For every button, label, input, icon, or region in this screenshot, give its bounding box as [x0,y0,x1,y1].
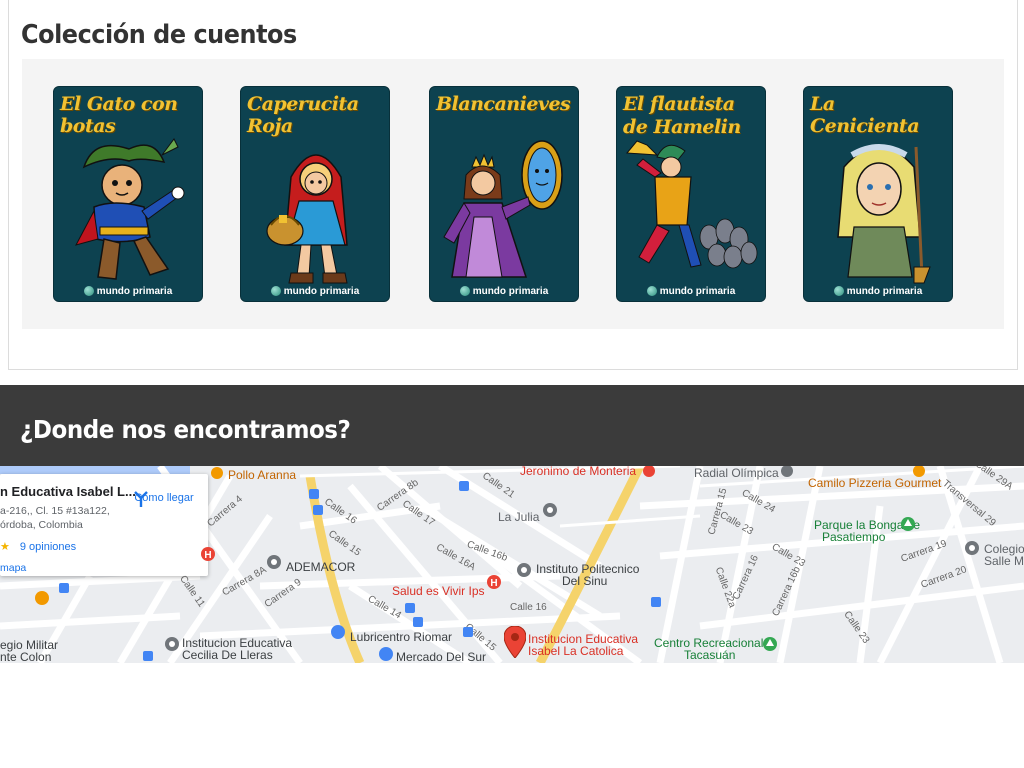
place-label[interactable]: Radial Olímpica [694,466,779,480]
rating-stars-icon: ★ [0,541,10,553]
embedded-map[interactable]: n Educativa Isabel L... a-216,, Cl. 15 #… [0,466,1024,663]
place-label[interactable]: Camilo Pizzeria Gourmet [808,476,941,490]
place-label[interactable]: Pollo Aranna [228,468,296,482]
svg-text:H: H [490,578,497,589]
place-label[interactable]: Del Sinu [562,574,607,588]
park-pin-icon[interactable] [762,636,778,654]
place-address: a-216,, Cl. 15 #13a122, órdoba, Colombia [0,504,120,532]
cinderella-illustration [837,144,931,284]
school-pin-icon[interactable] [964,540,980,558]
place-pin-icon[interactable] [642,466,656,478]
svg-text:H: H [204,550,211,561]
school-pin-icon[interactable] [516,562,532,580]
location-title: ¿Donde nos encontramos? [20,415,351,444]
place-label[interactable]: Tacasuán [684,648,735,662]
directions-icon [134,491,148,507]
location-header: ¿Donde nos encontramos? [0,385,1024,466]
bus-stop-icon[interactable] [458,480,470,492]
address-line: a-216,, Cl. 15 #13a122, [0,505,110,517]
page-footer-space [0,663,1024,768]
place-label[interactable]: Salle M [984,554,1024,568]
story-card-caperucita-roja[interactable]: Caperucita Roja mundo primaria [240,86,390,302]
snow-white-queen-mirror-illustration [443,140,563,278]
brand-logo-icon [833,286,844,296]
restaurant-pin-icon[interactable] [34,590,50,608]
story-card-la-cenicienta[interactable]: La Cenicienta mundo primaria [803,86,953,302]
bus-stop-icon[interactable] [142,650,154,662]
place-label[interactable]: Pasatiempo [822,530,885,544]
park-pin-icon[interactable] [900,516,916,534]
place-label[interactable]: Lubricentro Riomar [350,630,452,644]
view-larger-map-link[interactable]: mapa [0,562,26,574]
place-label[interactable]: Jeronimo de Monteria [520,466,636,478]
shopping-cart-icon[interactable] [378,646,394,662]
brand-label: mundo primaria [617,286,765,297]
brand-label: mundo primaria [804,286,952,297]
brand-logo-icon [270,286,281,296]
place-rating: ★ 9 opiniones [0,540,76,553]
story-card-flautista-de-hamelin[interactable]: El flautista de Hamelin mundo primaria [616,86,766,302]
little-red-riding-hood-illustration [266,154,348,284]
place-info-card: n Educativa Isabel L... a-216,, Cl. 15 #… [0,474,208,576]
directions-button[interactable]: Cómo llegar [132,490,196,507]
story-card-blancanieves[interactable]: Blancanieves mundo primaria [429,86,579,302]
bus-stop-icon[interactable] [58,582,70,594]
bus-stop-icon[interactable] [308,488,320,500]
bus-stop-icon[interactable] [650,596,662,608]
bus-stop-icon[interactable] [412,616,424,628]
address-line: órdoba, Colombia [0,519,83,531]
brand-logo-icon [646,286,657,296]
school-pin-icon[interactable] [164,636,180,654]
bus-stop-icon[interactable] [404,602,416,614]
place-pin-icon[interactable] [266,554,282,572]
stories-gallery: El Gato con botas mundo primaria Caperuc… [22,59,1004,329]
place-pin-icon[interactable] [780,466,794,478]
brand-label: mundo primaria [54,286,202,297]
place-label[interactable]: Mercado Del Sur [396,650,486,663]
brand-logo-icon [83,286,94,296]
section-title: Colección de cuentos [21,20,297,50]
street-label: Calle 16 [510,602,547,613]
story-title: Blancanieves [436,93,571,115]
place-name[interactable]: n Educativa Isabel L... [0,484,136,499]
brand-label: mundo primaria [430,286,578,297]
location-pin-icon[interactable] [504,626,526,658]
restaurant-pin-icon[interactable] [210,466,224,480]
puss-in-boots-illustration [75,138,185,280]
bus-stop-icon[interactable] [462,626,474,638]
brand-logo-icon [459,286,470,296]
pied-piper-illustration [625,140,758,269]
place-label[interactable]: Salud es Vivir Ips [392,584,485,598]
place-label[interactable]: La Julia [498,510,539,524]
brand-label: mundo primaria [241,286,389,297]
shop-pin-icon[interactable] [330,624,346,642]
place-pin-icon[interactable] [542,502,558,520]
place-label[interactable]: Isabel La Catolica [528,644,623,658]
place-label[interactable]: Cecilia De Lleras [182,648,273,662]
place-label[interactable]: nte Colon [0,650,51,663]
hospital-pin-icon[interactable]: H [200,546,216,564]
place-label[interactable]: ADEMACOR [286,560,355,574]
story-card-gato-con-botas[interactable]: El Gato con botas mundo primaria [53,86,203,302]
reviews-link[interactable]: 9 opiniones [20,541,76,553]
restaurant-pin-icon[interactable] [912,466,926,478]
hospital-pin-icon[interactable]: H [486,574,502,592]
bus-stop-icon[interactable] [312,504,324,516]
